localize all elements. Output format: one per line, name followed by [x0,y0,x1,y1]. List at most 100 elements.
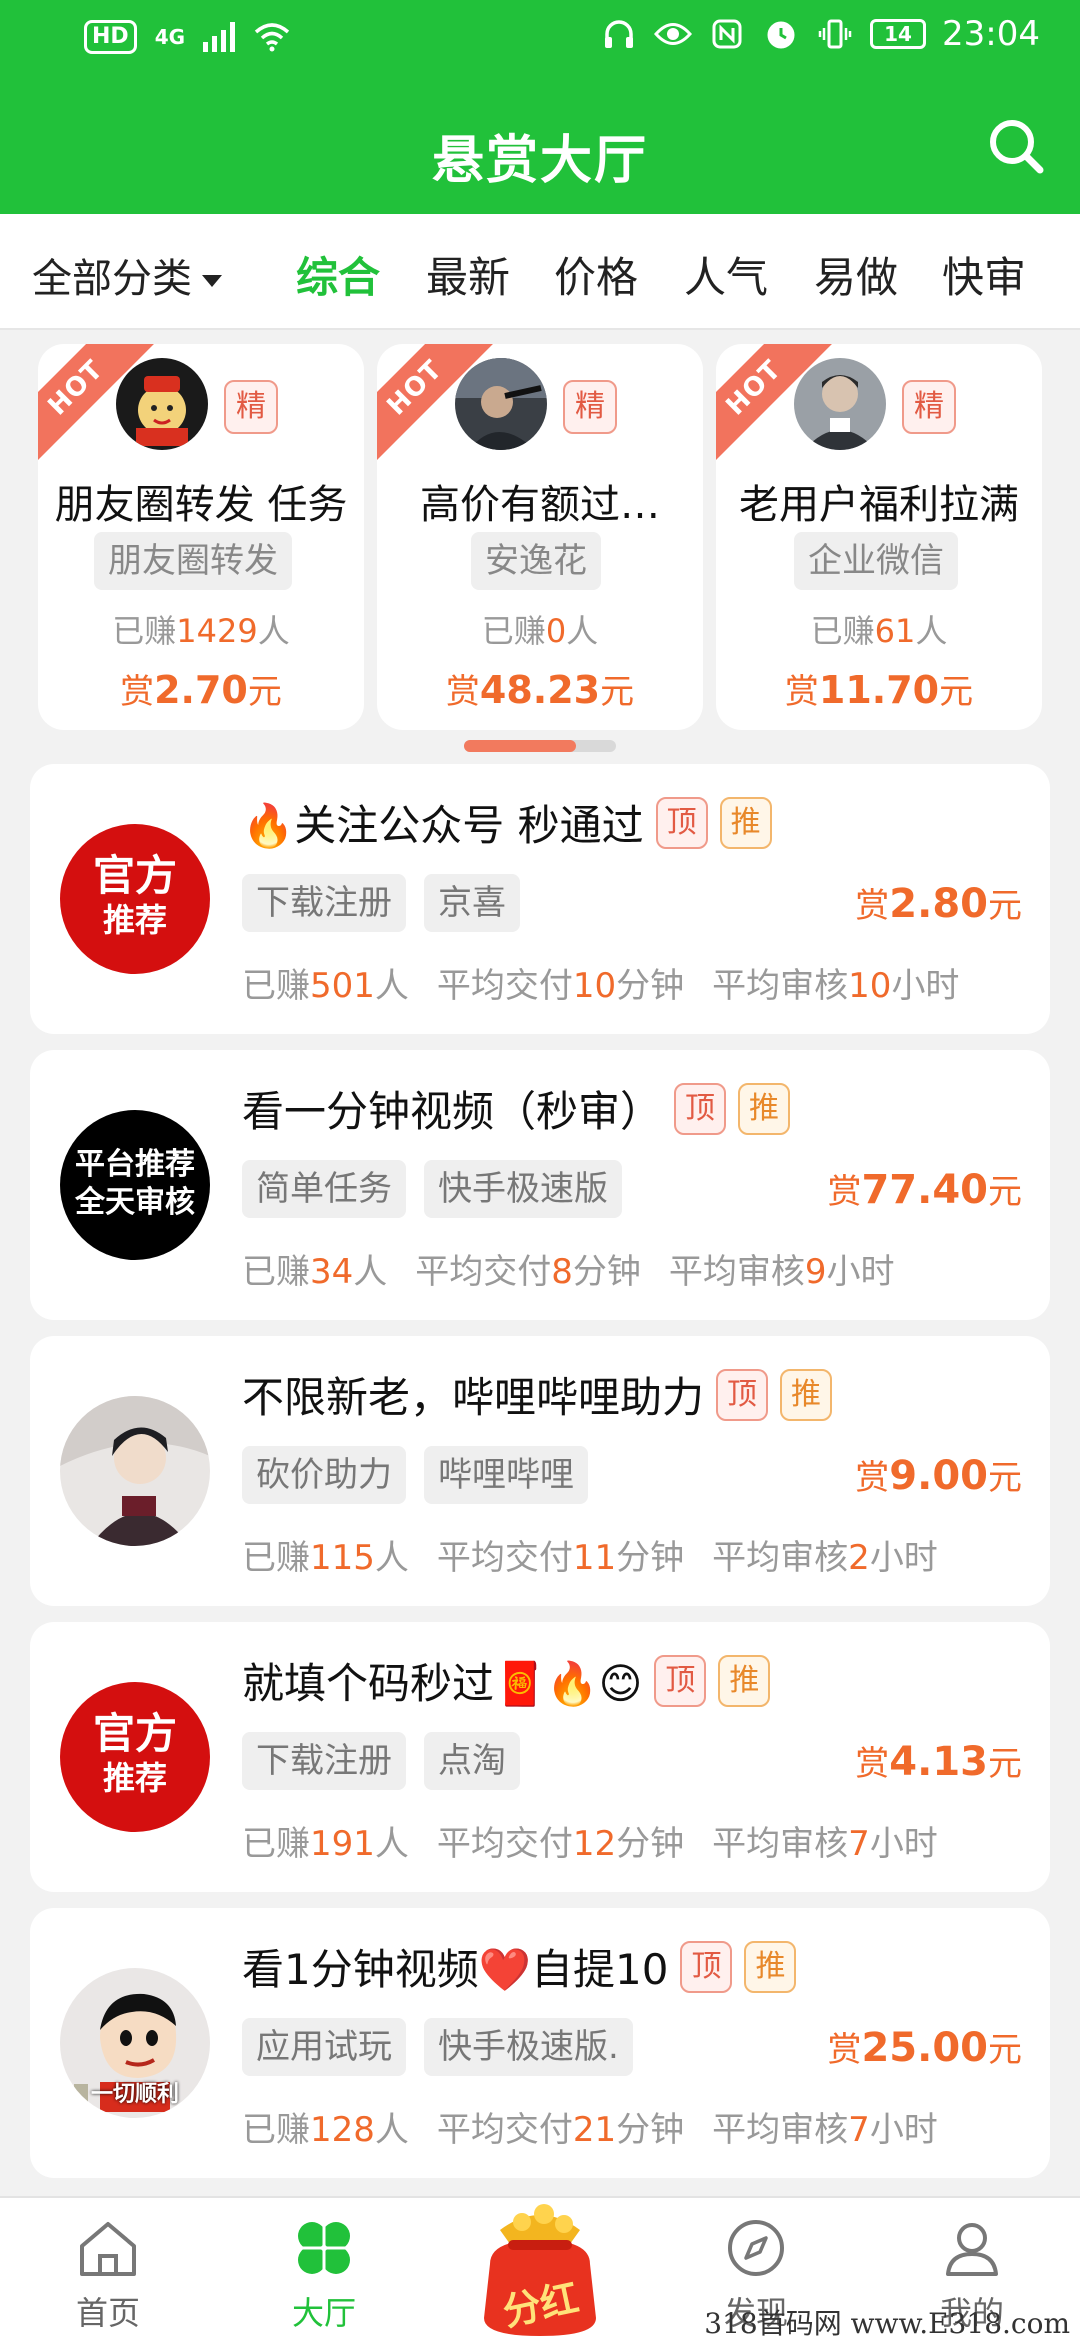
price-suffix: 元 [988,1744,1022,1784]
recommended-badge: 推 [718,1654,771,1707]
earned-prefix: 已赚 [242,966,310,1006]
avatar [116,358,208,450]
delivery-suffix: 分钟 [616,2110,685,2150]
recommended-badge: 推 [738,1082,791,1135]
hot-card-tag: 企业微信 [794,532,958,590]
earned-stat: 已赚115人 [242,1530,409,1579]
earned-prefix: 已赚 [242,1824,310,1864]
review-stat: 平均审核7小时 [712,2102,938,2151]
avatar: 平台推荐 全天审核 [60,1110,210,1260]
hot-card-tag: 安逸花 [471,532,601,590]
review-stat: 平均审核7小时 [712,1816,938,1865]
tab-latest[interactable]: 最新 [426,244,510,305]
tab-comprehensive[interactable]: 综合 [296,244,380,305]
price-suffix: 元 [988,1172,1022,1212]
nav-hall[interactable]: 大厅 [254,2216,394,2334]
carousel-page-indicator-active [464,740,576,752]
vibrate-icon [816,15,854,53]
task-tags: 简单任务 快手极速版 [242,1160,622,1218]
task-tags: 下载注册 点淘 [242,1732,520,1790]
network-label: 4G [154,25,186,49]
wifi-icon [253,18,291,56]
task-stats: 已赚115人 平均交付11分钟 平均审核2小时 [242,1530,938,1579]
task-tag: 快手极速版 [424,1160,622,1218]
review-prefix: 平均审核 [712,1824,849,1864]
top-header: HD 4G 14 23:04 悬赏大厅 [0,0,1080,214]
earned-count: 501 [310,966,375,1006]
task-title: 看1分钟视频❤️自提10 [242,1945,669,1994]
review-value: 7 [848,1824,870,1864]
pinned-badge: 顶 [674,1082,727,1135]
earned-count: 191 [310,1824,375,1864]
task-tag: 快手极速版. [424,2018,633,2076]
task-card[interactable]: 平台推荐 全天审核 看一分钟视频（秒审） 顶 推 简单任务 快手极速版 赏77.… [30,1050,1050,1320]
review-prefix: 平均审核 [712,966,849,1006]
task-tag: 下载注册 [242,874,406,932]
delivery-prefix: 平均交付 [436,1824,573,1864]
price-value: 77.40 [861,1167,988,1213]
price-value: 4.13 [889,1739,988,1785]
task-tags: 应用试玩 快手极速版. [242,2018,633,2076]
nav-home[interactable]: 首页 [38,2216,178,2334]
avatar: 官方 推荐 [60,1682,210,1832]
review-prefix: 平均审核 [668,1252,805,1292]
task-card[interactable]: 不限新老，哔哩哔哩助力 顶 推 砍价助力 哔哩哔哩 赏9.00元 已赚115人 … [30,1336,1050,1606]
price-prefix: 赏 [855,886,890,926]
earned-prefix: 已赚 [242,2110,310,2150]
task-card[interactable]: 官方 推荐 就填个码秒过🧧🔥😊 顶 推 下载注册 点淘 赏4.13元 已赚191… [30,1622,1050,1892]
delivery-value: 11 [572,1538,617,1578]
earned-count: 1429 [176,612,258,650]
alarm-icon [762,15,800,53]
review-value: 9 [804,1252,827,1292]
tab-fast-review[interactable]: 快审 [942,244,1026,305]
hot-card[interactable]: HOT 精 老用户福利拉满 企业微信 已赚61人 赏11.70元 [716,344,1042,730]
price-suffix: 元 [988,1458,1022,1498]
task-tag: 简单任务 [242,1160,406,1218]
price-value: 48.23 [479,668,601,712]
price-prefix: 赏 [120,672,155,712]
price-value: 2.70 [154,668,248,712]
task-title-row: 看一分钟视频（秒审） 顶 推 [242,1078,791,1139]
price-suffix: 元 [988,886,1022,926]
dividend-button[interactable]: 分红 [460,2200,620,2340]
avatar-line-1: 官方 [92,851,177,900]
avatar-line-1: 平台推荐 [75,1147,195,1182]
task-card[interactable]: 官方 推荐 🔥关注公众号 秒通过 顶 推 下载注册 京喜 赏2.80元 已赚50… [30,764,1050,1034]
hot-card[interactable]: HOT 精 朋友圈转发 任务 朋友圈转发 已赚1429人 赏2.70元 [38,344,364,730]
task-price: 赏2.80元 [855,878,1022,927]
hot-card-tag: 朋友圈转发 [94,532,292,590]
task-title: 看一分钟视频（秒审） [242,1087,663,1136]
task-price: 赏77.40元 [827,1164,1022,1213]
earned-suffix: 人 [566,612,599,650]
battery-indicator: 14 [870,19,927,49]
tab-popular[interactable]: 人气 [684,244,768,305]
task-card[interactable]: 一切顺利 看1分钟视频❤️自提10 顶 推 应用试玩 快手极速版. 赏25.00… [30,1908,1050,2178]
tab-price[interactable]: 价格 [554,244,638,305]
task-title-row: 不限新老，哔哩哔哩助力 顶 推 [242,1364,833,1425]
price-prefix: 赏 [855,1744,890,1784]
earned-suffix: 人 [374,966,409,1006]
review-value: 10 [848,966,892,1006]
avatar [60,1396,210,1546]
search-icon[interactable] [986,116,1046,176]
price-suffix: 元 [600,672,635,712]
earned-stat: 已赚191人 [242,1816,409,1865]
review-value: 7 [848,2110,870,2150]
hot-card[interactable]: HOT 精 高价有额过… 安逸花 已赚0人 赏48.23元 [377,344,703,730]
tab-easy[interactable]: 易做 [814,244,898,305]
task-title: 就填个码秒过🧧🔥😊 [242,1659,643,1708]
review-prefix: 平均审核 [712,2110,849,2150]
avatar: 一切顺利 [60,1968,210,2118]
task-tag: 砍价助力 [242,1446,406,1504]
task-title: 🔥关注公众号 秒通过 [242,801,644,850]
delivery-value: 12 [572,1824,617,1864]
task-stats: 已赚34人 平均交付8分钟 平均审核9小时 [242,1244,895,1293]
earned-prefix: 已赚 [481,612,546,650]
all-categories-dropdown[interactable]: 全部分类 [32,246,222,304]
recommended-badge: 推 [719,796,772,849]
earned-suffix: 人 [374,1824,409,1864]
delivery-prefix: 平均交付 [415,1252,552,1292]
task-price: 赏9.00元 [855,1450,1022,1499]
task-stats: 已赚501人 平均交付10分钟 平均审核10小时 [242,958,959,1007]
hot-card-earned: 已赚61人 [716,606,1042,652]
